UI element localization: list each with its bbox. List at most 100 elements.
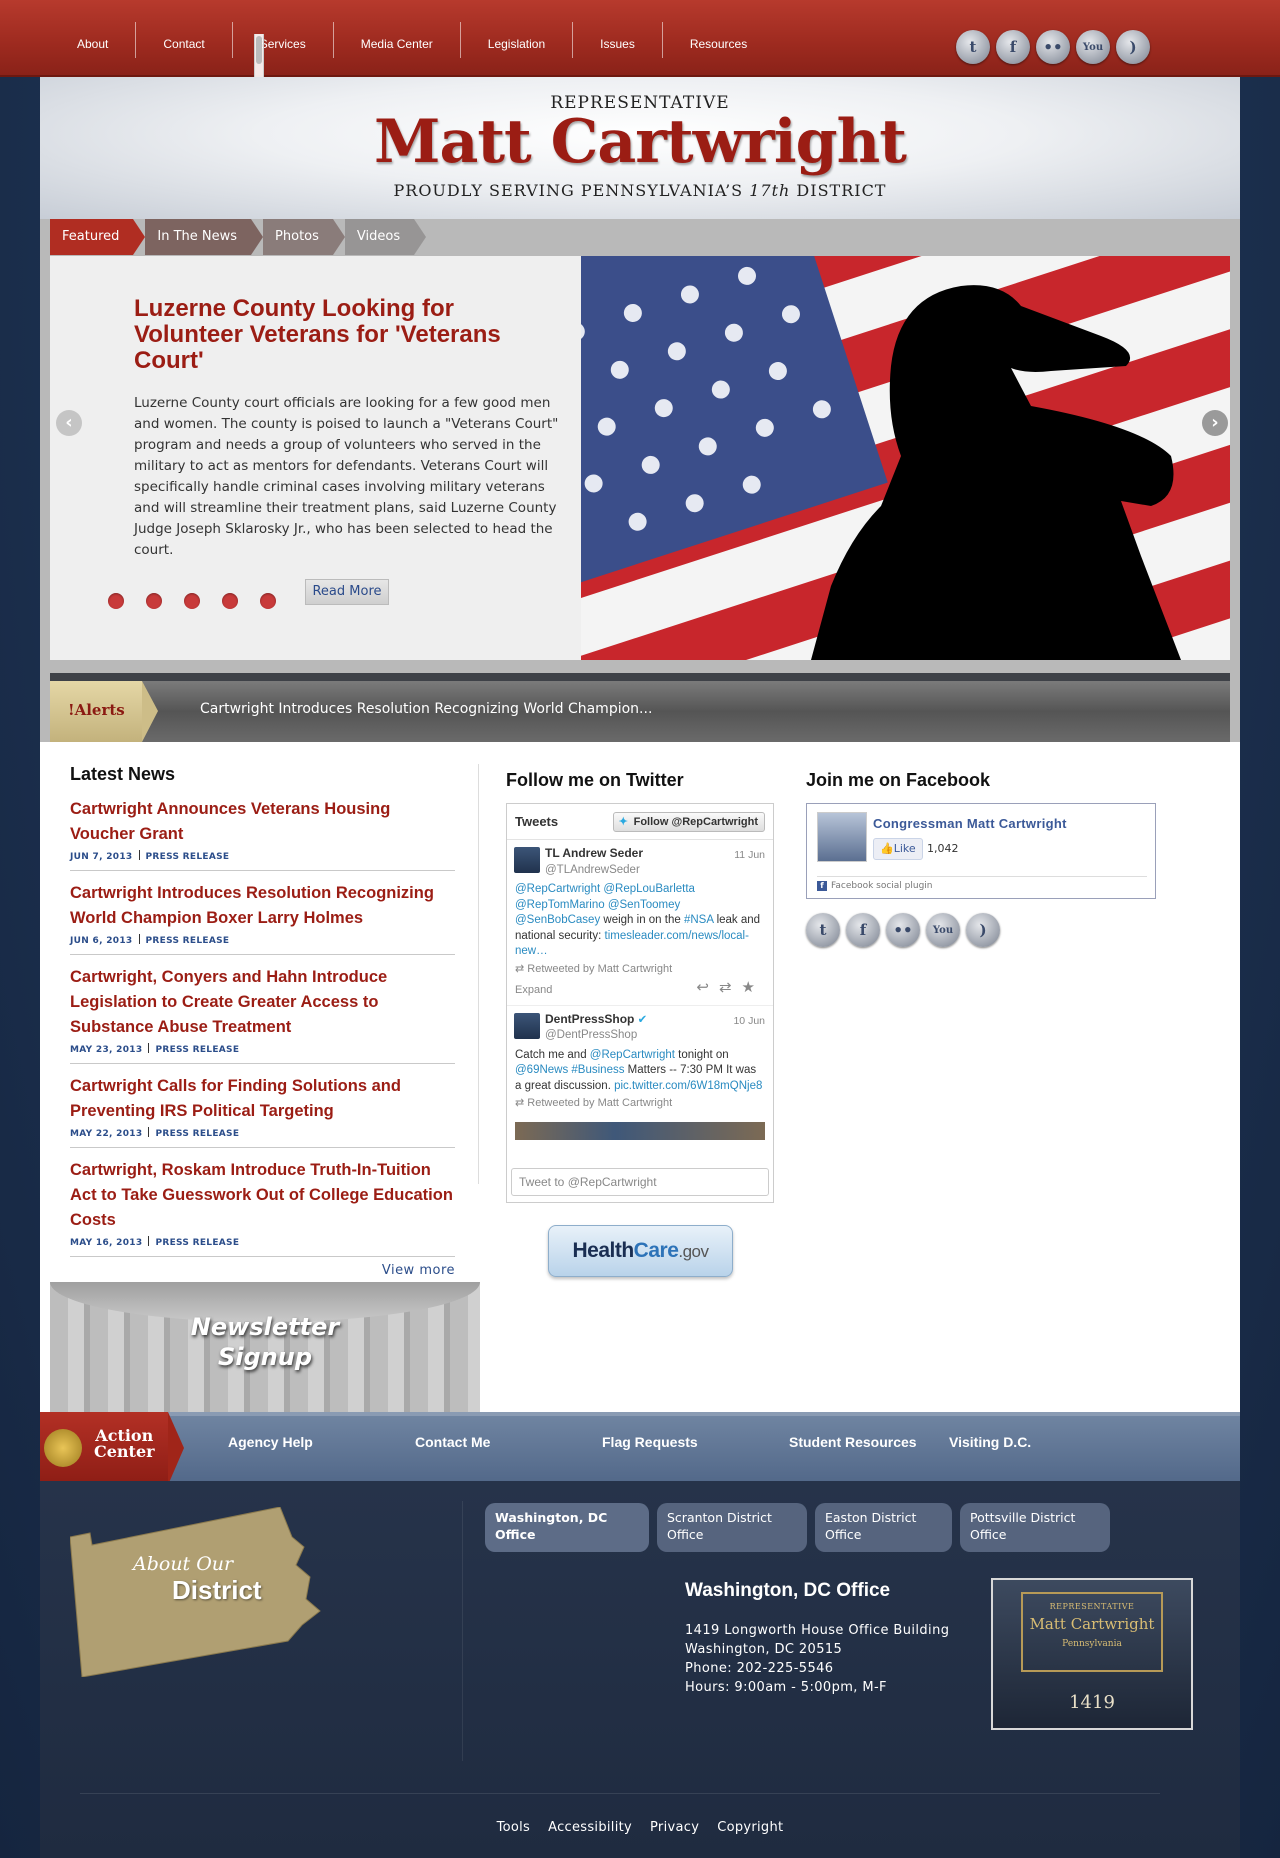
tab-scranton-office[interactable]: Scranton District Office <box>657 1503 807 1552</box>
tweet-image[interactable] <box>515 1121 765 1140</box>
news-date: MAY 16, 2013 <box>70 1238 143 1248</box>
tab-pottsville-office[interactable]: Pottsville District Office <box>960 1503 1110 1552</box>
slide-dot[interactable] <box>222 593 238 609</box>
facebook-page-name[interactable]: Congressman Matt Cartwright <box>873 816 1067 831</box>
rss-icon[interactable]: ) <box>1116 30 1150 64</box>
action-center-bar: Action Center Agency Help Contact Me Fla… <box>40 1412 1240 1485</box>
header-tagline: PROUDLY SERVING PENNSYLVANIA’S 17th DIST… <box>40 181 1240 200</box>
action-center-label: Action Center <box>94 1428 155 1460</box>
twitter-icon[interactable]: t <box>806 913 840 947</box>
nav-issues[interactable]: Issues <box>573 22 663 58</box>
action-link-flag-requests[interactable]: Flag Requests <box>602 1433 789 1452</box>
tweet-retweeted-by: Retweeted by Matt Cartwright <box>515 962 765 978</box>
seal-icon <box>44 1429 82 1467</box>
next-arrow-icon[interactable]: › <box>1202 410 1228 436</box>
slide-dot[interactable] <box>146 593 162 609</box>
slide-text: Luzerne County court officials are looki… <box>134 395 559 558</box>
footer-link-copyright[interactable]: Copyright <box>717 1820 783 1835</box>
youtube-icon[interactable]: You <box>926 913 960 947</box>
tab-featured[interactable]: Featured <box>50 219 146 255</box>
news-type[interactable]: PRESS RELEASE <box>155 1129 239 1139</box>
flickr-icon[interactable]: •• <box>886 913 920 947</box>
tab-in-the-news[interactable]: In The News <box>145 219 263 255</box>
rss-icon[interactable]: ) <box>966 913 1000 947</box>
slide-title[interactable]: Luzerne County Looking for Volunteer Vet… <box>134 296 534 374</box>
slide-dots <box>108 593 276 609</box>
footer-link-privacy[interactable]: Privacy <box>650 1820 699 1835</box>
news-type[interactable]: PRESS RELEASE <box>155 1045 239 1055</box>
twitter-follow-button[interactable]: Follow @RepCartwright <box>612 812 765 832</box>
news-item: Cartwright, Conyers and Hahn Introduce L… <box>70 955 455 1064</box>
action-link-contact-me[interactable]: Contact Me <box>415 1433 602 1452</box>
view-more-link[interactable]: View more <box>70 1257 455 1278</box>
action-link-agency-help[interactable]: Agency Help <box>228 1433 415 1452</box>
about-our-label[interactable]: About Our <box>133 1553 233 1575</box>
tweet-handle[interactable]: @DentPressShop <box>545 1028 765 1044</box>
tweet-author[interactable]: TL Andrew Seder <box>545 846 643 860</box>
facebook-icon[interactable]: f <box>846 913 880 947</box>
tweet-link[interactable]: pic.twitter.com/6W18mQNje8 <box>614 1080 762 1092</box>
office-title: Washington, DC Office <box>685 1580 891 1601</box>
news-type[interactable]: PRESS RELEASE <box>155 1238 239 1248</box>
news-title[interactable]: Cartwright Introduces Resolution Recogni… <box>70 881 455 931</box>
flickr-icon[interactable]: •• <box>1036 30 1070 64</box>
nav-about[interactable]: About <box>40 22 137 58</box>
news-title[interactable]: Cartwright Announces Veterans Housing Vo… <box>70 797 455 847</box>
nav-resources[interactable]: Resources <box>663 22 774 58</box>
tab-washington-office[interactable]: Washington, DC Office <box>485 1503 649 1552</box>
facebook-page-photo[interactable] <box>817 812 867 862</box>
newsletter-signup-banner[interactable]: Newsletter Signup <box>50 1282 480 1412</box>
footer: About Our District Washington, DC Office… <box>40 1481 1240 1858</box>
healthcare-gov-banner[interactable]: HealthCare.gov <box>548 1225 733 1277</box>
youtube-icon[interactable]: You <box>1076 30 1110 64</box>
tweet-avatar[interactable] <box>514 1012 540 1039</box>
tweet-date[interactable]: 11 Jun <box>734 848 765 864</box>
read-more-button[interactable]: Read More <box>305 579 389 605</box>
twitter-icon[interactable]: t <box>956 30 990 64</box>
footer-link-tools[interactable]: Tools <box>497 1820 531 1835</box>
tab-photos[interactable]: Photos <box>263 219 345 255</box>
news-title[interactable]: Cartwright Calls for Finding Solutions a… <box>70 1074 455 1124</box>
nav-legislation[interactable]: Legislation <box>461 22 574 58</box>
nav-contact[interactable]: Contact <box>136 22 233 58</box>
slide-dot[interactable] <box>108 593 124 609</box>
tab-easton-office[interactable]: Easton District Office <box>815 1503 952 1552</box>
facebook-like-button[interactable]: 👍Like <box>873 838 923 860</box>
facebook-icon[interactable]: f <box>996 30 1030 64</box>
slide-dot[interactable] <box>260 593 276 609</box>
tweet-expand[interactable]: Expand <box>515 984 552 996</box>
footer-link-accessibility[interactable]: Accessibility <box>548 1820 632 1835</box>
tab-videos[interactable]: Videos <box>344 219 427 255</box>
tweet-text: weigh in on the <box>600 914 684 926</box>
nav-services[interactable]: Services <box>233 22 334 58</box>
slide-dot[interactable] <box>184 593 200 609</box>
news-type[interactable]: PRESS RELEASE <box>146 936 230 946</box>
tweet-hashtag[interactable]: #NSA <box>684 914 713 926</box>
tweet-avatar[interactable] <box>514 847 540 873</box>
news-title[interactable]: Cartwright, Roskam Introduce Truth-In-Tu… <box>70 1158 455 1233</box>
district-label[interactable]: District <box>172 1575 262 1606</box>
healthcare-part2: Care <box>633 1239 679 1262</box>
nav-media-center[interactable]: Media Center <box>334 22 461 58</box>
tweet-input[interactable]: Tweet to @RepCartwright <box>511 1168 769 1196</box>
tweet-mention[interactable]: @69News #Business <box>515 1064 624 1076</box>
flag-salute-image <box>581 256 1230 660</box>
action-link-student-resources[interactable]: Student Resources <box>789 1433 949 1452</box>
news-type[interactable]: PRESS RELEASE <box>146 852 230 862</box>
tweet: TL Andrew Seder @TLAndrewSeder 11 Jun @R… <box>507 840 773 1006</box>
tweet-mention[interactable]: @RepCartwright <box>590 1049 675 1061</box>
action-link-visiting-dc[interactable]: Visiting D.C. <box>949 1433 1136 1452</box>
news-date: MAY 22, 2013 <box>70 1129 143 1139</box>
header-name[interactable]: Matt Cartwright <box>40 107 1240 177</box>
tweet: DentPressShop ✔ @DentPressShop 10 Jun Ca… <box>507 1006 773 1118</box>
tweet-action-icons[interactable]: ↩⇄★ <box>696 980 765 996</box>
plaque-title: REPRESENTATIVE <box>1049 1602 1135 1611</box>
news-title[interactable]: Cartwright, Conyers and Hahn Introduce L… <box>70 965 455 1040</box>
facebook-small-icon: f <box>817 881 827 891</box>
tweet-date[interactable]: 10 Jun <box>733 1014 765 1030</box>
tweet-handle[interactable]: @TLAndrewSeder <box>545 863 765 879</box>
alert-headline[interactable]: Cartwright Introduces Resolution Recogni… <box>200 701 652 717</box>
tweet-author[interactable]: DentPressShop <box>545 1012 634 1026</box>
prev-arrow-icon[interactable]: ‹ <box>56 410 82 436</box>
alerts-bar: !Alerts Cartwright Introduces Resolution… <box>50 673 1230 742</box>
